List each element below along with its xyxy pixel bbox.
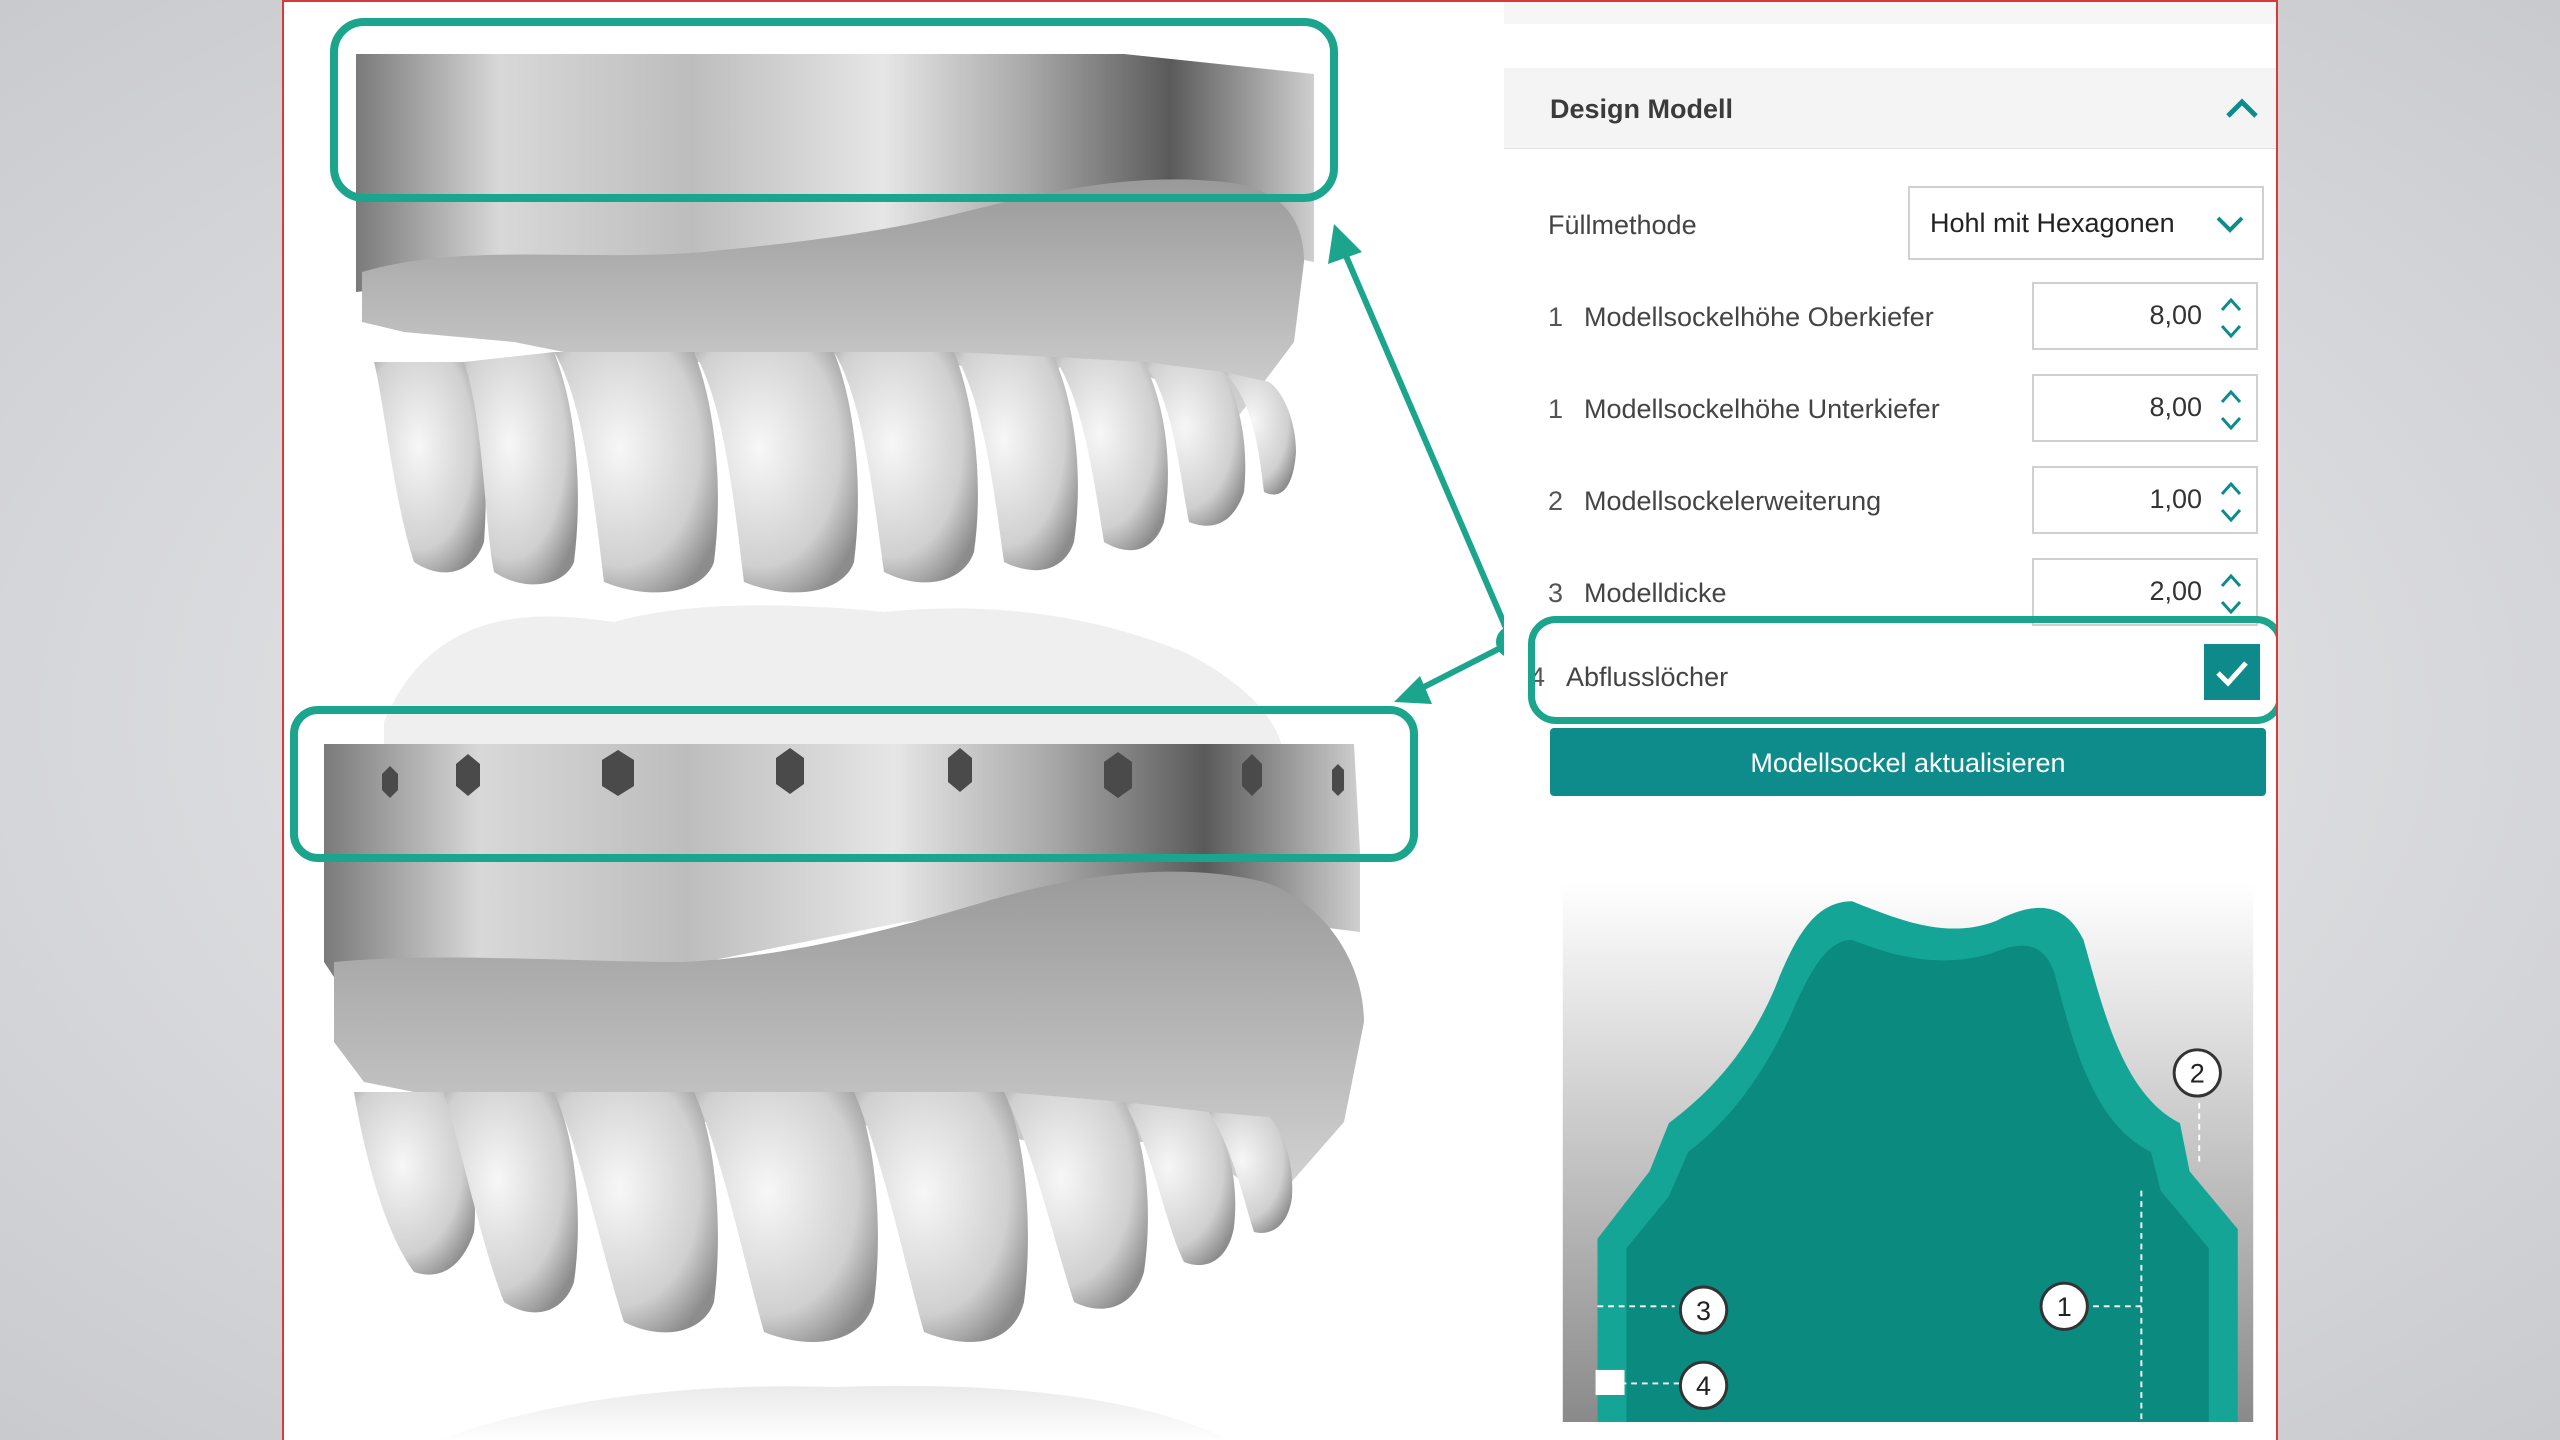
spinner-arrows-icon[interactable] xyxy=(2218,290,2244,346)
arrow-to-lower xyxy=(1416,639,1514,693)
base-extension-input[interactable]: 1,00 xyxy=(2032,466,2258,534)
upper-base-height-input[interactable]: 8,00 xyxy=(2032,282,2258,350)
fill-method-value: Hohl mit Hexagonen xyxy=(1930,208,2175,238)
field-row-base-extension: 2 Modellsockelerweiterung 1,00 xyxy=(1504,462,2276,542)
spinner-arrows-icon[interactable] xyxy=(2218,474,2244,530)
arrow-to-upper xyxy=(1337,240,1515,644)
field-number: 3 xyxy=(1548,578,1564,608)
arrow-origin-dot xyxy=(1496,626,1528,658)
field-label: Modellsockelhöhe Unterkiefer xyxy=(1584,394,1940,424)
section-header-design-modell[interactable]: Design Modell xyxy=(1504,68,2276,149)
svg-text:2: 2 xyxy=(2190,1059,2205,1089)
callout-4: 4 xyxy=(1678,1360,1729,1410)
chevron-down-icon xyxy=(2216,216,2244,233)
callout-2: 2 xyxy=(2172,1048,2222,1098)
fill-method-label: Füllmethode xyxy=(1548,210,1697,240)
field-value: 1,00 xyxy=(2149,484,2202,514)
checkmark-icon xyxy=(2216,661,2248,687)
field-value: 8,00 xyxy=(2149,300,2202,330)
field-number: 2 xyxy=(1548,486,1564,516)
fill-method-select[interactable]: Hohl mit Hexagonen xyxy=(1908,186,2264,260)
field-value: 8,00 xyxy=(2149,392,2202,422)
field-value: 2,00 xyxy=(2149,576,2202,606)
svg-text:1: 1 xyxy=(2057,1292,2072,1322)
svg-text:3: 3 xyxy=(1696,1296,1711,1326)
lower-base-height-input[interactable]: 8,00 xyxy=(2032,374,2258,442)
drain-holes-highlight xyxy=(1528,616,2276,724)
spinner-arrows-icon[interactable] xyxy=(2218,382,2244,438)
application-frame: Design Modell Füllmethode 1 Modellsockel… xyxy=(282,0,2278,1440)
3d-viewport[interactable] xyxy=(284,2,1528,1440)
field-row-upper-base-height: 1 Modellsockelhöhe Oberkiefer 8,00 xyxy=(1504,278,2276,358)
upper-teeth xyxy=(374,352,1296,593)
callout-1: 1 xyxy=(2039,1281,2089,1331)
field-label: Modellsockelerweiterung xyxy=(1584,486,1882,516)
field-label: Modelldicke xyxy=(1584,578,1727,608)
callout-3: 3 xyxy=(1678,1285,1729,1335)
lower-teeth xyxy=(354,1092,1293,1342)
panel-top-strip xyxy=(1504,2,2276,24)
field-number: 1 xyxy=(1548,302,1564,332)
field-number: 1 xyxy=(1548,394,1564,424)
drain-hole-marker xyxy=(1595,1369,1625,1395)
svg-text:4: 4 xyxy=(1696,1371,1711,1401)
update-base-button[interactable]: Modellsockel aktualisieren xyxy=(1550,728,2266,796)
field-row-lower-base-height: 1 Modellsockelhöhe Unterkiefer 8,00 xyxy=(1504,370,2276,450)
drain-holes-checkbox[interactable] xyxy=(2204,644,2260,700)
section-title: Design Modell xyxy=(1550,94,1734,124)
field-label: Modellsockelhöhe Oberkiefer xyxy=(1584,302,1934,332)
spinner-arrows-icon[interactable] xyxy=(2218,566,2244,622)
dental-model-render xyxy=(284,18,1528,1440)
base-profile-diagram: 2 1 3 4 xyxy=(1562,882,2254,1422)
chevron-up-icon[interactable] xyxy=(2222,90,2262,122)
